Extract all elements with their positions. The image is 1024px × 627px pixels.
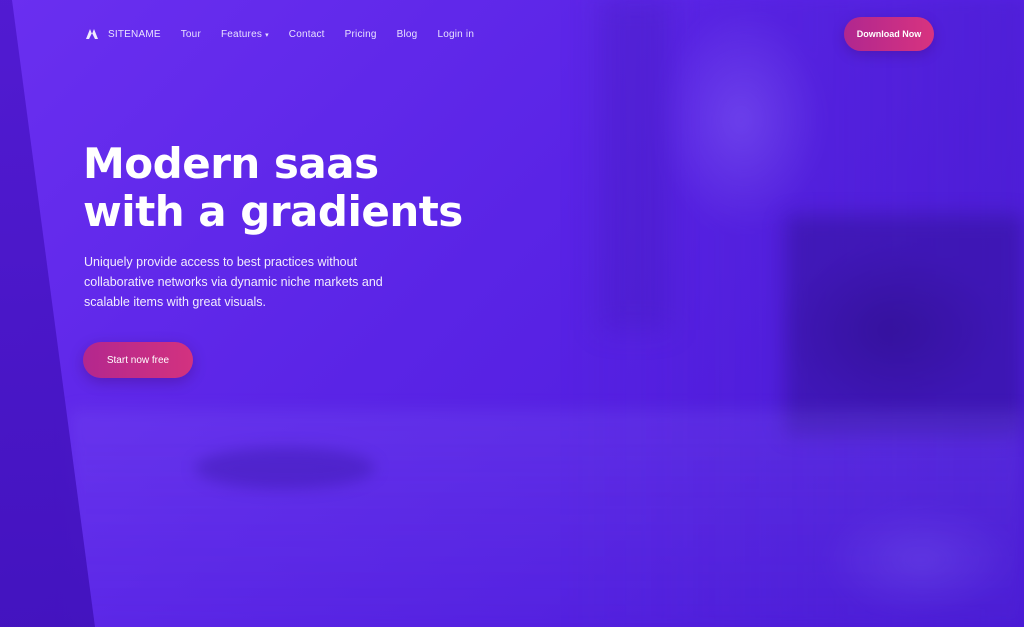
hero-headline: Modern saas with a gradients (83, 140, 463, 236)
nav-link-login[interactable]: Login in (437, 29, 474, 40)
chevron-down-icon: ▾ (265, 31, 269, 39)
nav-link-tour[interactable]: Tour (181, 29, 201, 40)
background-mouse (195, 447, 375, 489)
nav-link-features[interactable]: Features ▾ (221, 29, 269, 40)
nav-link-blog[interactable]: Blog (397, 29, 418, 40)
hero-subtext-line-3: scalable items with great visuals. (84, 295, 267, 309)
nav-link-contact[interactable]: Contact (289, 29, 325, 40)
hero-subtext: Uniquely provide access to best practice… (84, 252, 394, 312)
background-lamp (600, 0, 670, 330)
hero-subtext-line-2: collaborative networks via dynamic niche… (84, 275, 383, 289)
hero-subtext-line-1: Uniquely provide access to best practice… (84, 255, 358, 269)
download-now-button[interactable]: Download Now (844, 17, 934, 51)
background-desk (70, 410, 1024, 627)
nav-links: Tour Features ▾ Contact Pricing Blog Logi… (181, 29, 474, 40)
brand-logo-icon (84, 26, 100, 42)
background-monitor (785, 215, 1024, 435)
hero-section: SITENAME Tour Features ▾ Contact Pricing … (0, 0, 1024, 627)
nav-link-pricing[interactable]: Pricing (345, 29, 377, 40)
hero-headline-line-2: with a gradients (83, 187, 463, 236)
hero-headline-line-1: Modern saas (83, 139, 379, 188)
brand-logo[interactable]: SITENAME (84, 26, 161, 42)
top-navigation: SITENAME Tour Features ▾ Contact Pricing … (84, 22, 934, 46)
start-now-button[interactable]: Start now free (83, 342, 193, 378)
brand-name: SITENAME (108, 28, 161, 40)
nav-link-features-label: Features (220, 28, 263, 40)
